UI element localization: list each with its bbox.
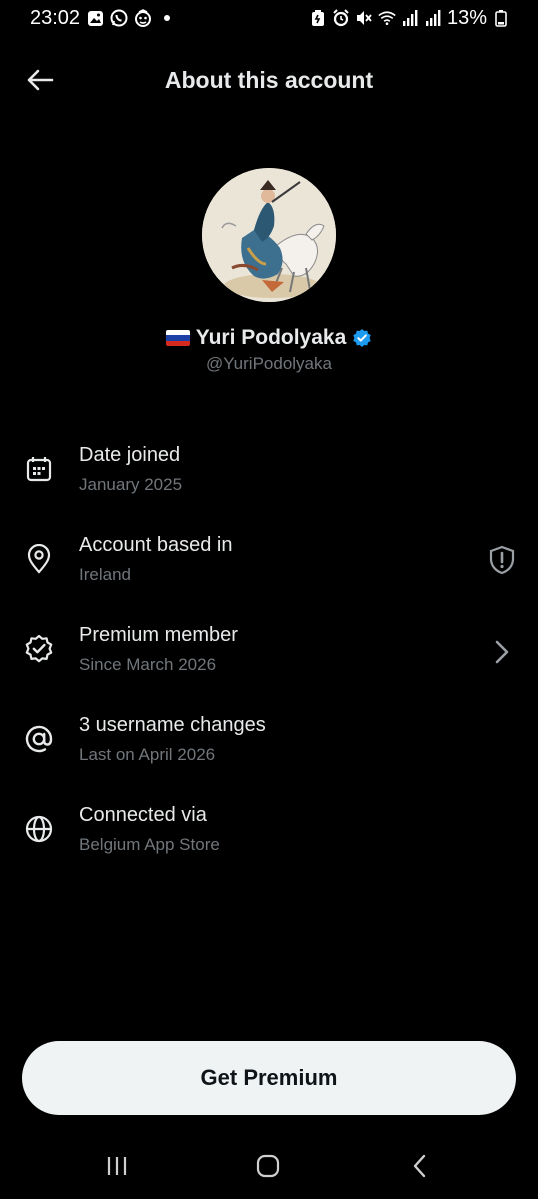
info-subtitle: Ireland [79, 565, 131, 584]
whatsapp-notification-icon [110, 9, 128, 27]
get-premium-button[interactable]: Get Premium [22, 1041, 516, 1115]
header: About this account [0, 52, 538, 108]
system-navigation-bar [0, 1140, 538, 1192]
calendar-icon [22, 452, 56, 486]
page-title: About this account [164, 66, 374, 93]
profile-handle: @YuriPodolyaka [206, 354, 332, 373]
gallery-notification-icon [86, 9, 104, 27]
display-name: Yuri Podolyaka [195, 326, 347, 349]
profile-avatar[interactable] [202, 168, 336, 302]
chevron-right-icon [495, 640, 509, 664]
battery-percentage: 13% [446, 6, 487, 29]
globe-icon [22, 812, 56, 846]
home-icon [256, 1154, 280, 1178]
info-title: Account based in [79, 534, 233, 556]
verified-badge-outline-icon [22, 632, 56, 666]
info-subtitle: Belgium App Store [79, 835, 220, 854]
status-time: 23:02 [30, 6, 81, 29]
status-bar: 23:02 13% [0, 0, 538, 36]
info-title: Connected via [79, 804, 207, 826]
info-premium-member[interactable]: Premium member Since March 2026 [0, 624, 538, 714]
system-back-button[interactable] [400, 1150, 440, 1182]
battery-saver-icon [309, 9, 327, 27]
recent-apps-button[interactable] [97, 1150, 137, 1182]
back-button[interactable] [22, 64, 58, 96]
info-date-joined: Date joined January 2025 [0, 444, 538, 534]
info-subtitle: Since March 2026 [79, 655, 217, 674]
system-back-icon [413, 1154, 426, 1178]
assistant-notification-icon [134, 9, 152, 27]
info-title: 3 username changes [79, 714, 266, 736]
at-sign-icon [22, 722, 56, 756]
location-accuracy-button[interactable] [486, 542, 518, 578]
info-username-changes: 3 username changes Last on April 2026 [0, 714, 538, 804]
info-account-based-in: Account based in Ireland [0, 534, 538, 624]
avatar-cossack-illustration [202, 168, 336, 302]
status-right: 13% [309, 7, 510, 30]
mute-icon [355, 9, 373, 27]
battery-icon [492, 9, 510, 27]
status-left: 23:02 [30, 7, 176, 30]
info-subtitle: Last on April 2026 [79, 745, 216, 764]
wifi-icon [378, 9, 396, 27]
recent-apps-icon [107, 1157, 127, 1175]
russia-flag-icon [165, 330, 190, 346]
arrow-left-icon [27, 69, 54, 91]
verified-badge-icon [352, 328, 372, 348]
info-title: Date joined [79, 444, 181, 466]
signal-strength-icon-1 [401, 9, 419, 27]
premium-details-button[interactable] [486, 634, 518, 670]
home-button[interactable] [248, 1150, 288, 1182]
shield-alert-icon [489, 545, 515, 575]
alarm-icon [332, 9, 350, 27]
location-pin-icon [22, 542, 56, 576]
profile-name-row: Yuri Podolyaka [0, 326, 538, 350]
info-subtitle: January 2025 [79, 475, 183, 494]
info-connected-via: Connected via Belgium App Store [0, 804, 538, 894]
signal-strength-icon-2 [424, 9, 442, 27]
more-notifications-dot-icon [158, 9, 176, 27]
info-title: Premium member [79, 624, 238, 646]
